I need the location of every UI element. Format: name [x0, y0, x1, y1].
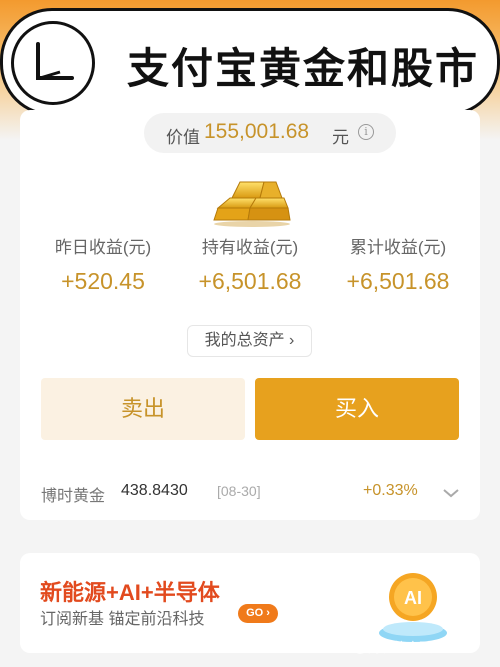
- value-unit: 元: [332, 128, 349, 147]
- value-label: 价值: [166, 128, 200, 147]
- sell-button[interactable]: 卖出: [41, 378, 245, 440]
- stat-label: 持有收益(元): [201, 238, 299, 257]
- go-button[interactable]: GO ›: [238, 604, 278, 623]
- promo-subtitle: 订阅新基 锚定前沿科技: [40, 611, 205, 628]
- fund-date: [08-30]: [217, 483, 261, 499]
- stat-holding: 持有收益(元) +6,501.68: [175, 233, 325, 295]
- buy-button[interactable]: 买入: [255, 378, 459, 440]
- holding-value: 155,001.68: [204, 120, 310, 143]
- watermark: @南溪的金融日记: [354, 640, 459, 655]
- gold-bars-icon: [210, 168, 294, 233]
- fund-nav: 438.8430: [121, 482, 188, 499]
- info-icon[interactable]: i: [358, 124, 374, 140]
- fund-change: +0.33%: [363, 482, 418, 499]
- stat-yesterday: 昨日收益(元) +520.45: [28, 233, 178, 295]
- title-banner: 支付宝黄金和股市: [0, 8, 500, 116]
- ai-badge-text: AI: [404, 588, 422, 608]
- stat-cumulative: 累计收益(元) +6,501.68: [323, 233, 473, 295]
- total-assets-button[interactable]: 我的总资产 ›: [187, 325, 312, 357]
- stat-label: 昨日收益(元): [54, 238, 152, 257]
- promo-title: 新能源+AI+半导体: [40, 580, 220, 605]
- stat-value: +520.45: [61, 268, 145, 294]
- stat-value: +6,501.68: [198, 268, 302, 294]
- logo-icon: [11, 21, 95, 105]
- value-pill: 价值 155,001.68 元 i: [144, 113, 396, 153]
- chevron-down-icon[interactable]: [442, 486, 460, 504]
- stat-label: 累计收益(元): [349, 238, 447, 257]
- fund-row[interactable]: 博时黄金 438.8430 [08-30] +0.33%: [41, 482, 461, 506]
- fund-name: 博时黄金: [41, 488, 106, 505]
- stat-value: +6,501.68: [346, 268, 450, 294]
- banner-title: 支付宝黄金和股市: [127, 44, 480, 93]
- holding-card: 价值 155,001.68 元 i 昨日收益(元) +520.45 持有收益(元…: [20, 110, 480, 520]
